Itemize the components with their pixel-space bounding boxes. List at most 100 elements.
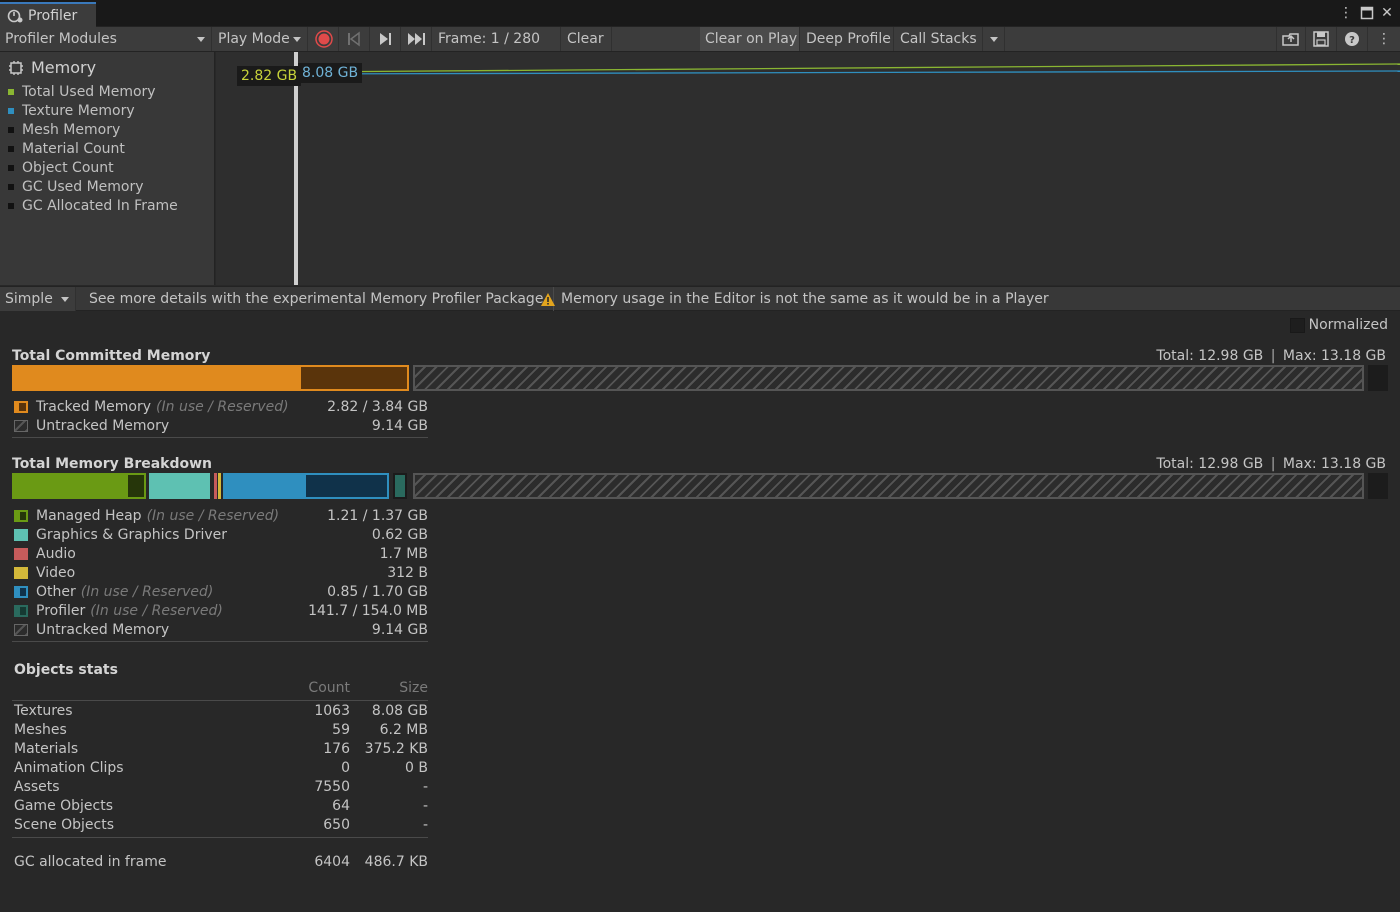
view-mode-dropdown[interactable]: Simple [0,287,76,311]
load-button[interactable] [1276,27,1306,51]
tracked-memory-segment[interactable] [12,365,409,391]
separator: | [1270,348,1276,364]
more-icon[interactable]: ⋮ [1369,27,1399,51]
legend-other[interactable]: Other (In use / Reserved) 0.85 / 1.70 GB [14,582,428,601]
stat-size: 6.2 MB [379,722,428,738]
normalized-toggle[interactable]: Normalized [1289,317,1388,333]
module-item-gc-used-memory[interactable]: GC Used Memory [8,179,144,195]
profiler-segment[interactable] [393,473,407,499]
memory-module-title: Memory [31,58,97,77]
video-swatch [14,566,28,579]
next-frame-button[interactable] [371,27,401,51]
save-button[interactable] [1307,27,1337,51]
video-segment[interactable] [218,473,221,499]
module-item-total-used-memory[interactable]: Total Used Memory [8,84,156,100]
kebab-menu-icon[interactable]: ⋮ [1337,4,1355,22]
table-row: Materials 176 375.2 KB [14,741,428,760]
module-item-material-count[interactable]: Material Count [8,141,125,157]
memory-profiler-package-link[interactable]: See more details with the experimental M… [84,287,554,311]
normalized-label: Normalized [1308,317,1388,333]
legend-label: Tracked Memory [36,398,152,415]
divider [12,837,428,838]
call-stacks-toggle[interactable]: Call Stacks [895,27,983,51]
module-item-label: GC Used Memory [22,179,144,195]
legend-hint: (In use / Reserved) [146,507,280,524]
module-item-gc-allocated-in-frame[interactable]: GC Allocated In Frame [8,198,178,214]
legend-untracked-memory[interactable]: Untracked Memory 9.14 GB [14,416,428,435]
module-item-object-count[interactable]: Object Count [8,160,114,176]
module-item-label: Object Count [22,160,114,176]
memory-detail-pane: Normalized Total Committed Memory Total:… [0,311,1400,912]
divider [12,641,428,642]
legend-video[interactable]: Video 312 B [14,563,428,582]
managed-heap-segment[interactable] [12,473,146,499]
untracked-memory-swatch [14,623,28,636]
module-item-texture-memory[interactable]: Texture Memory [8,103,135,119]
legend-value: 9.14 GB [371,621,428,638]
stat-name: Materials [14,741,79,757]
series-color-swatch [8,184,14,190]
profiler-modules-dropdown[interactable]: Profiler Modules [0,27,212,51]
record-button[interactable] [309,27,339,51]
legend-untracked-memory-2[interactable]: Untracked Memory 9.14 GB [14,620,428,639]
profiler-modules-panel: Memory Total Used Memory Texture Memory … [0,52,215,285]
legend-audio[interactable]: Audio 1.7 MB [14,544,428,563]
help-button[interactable]: ? [1338,27,1368,51]
warning-icon [541,292,555,306]
save-icon [1313,31,1329,47]
memory-module-header[interactable]: Memory [8,58,96,77]
table-row: Animation Clips 0 0 B [14,760,428,779]
separator: | [1270,456,1276,472]
details-message: See more details with the experimental M… [89,291,548,307]
legend-tracked-memory[interactable]: Tracked Memory (In use / Reserved) 2.82 … [14,397,428,416]
legend-value: 1.21 / 1.37 GB [327,507,428,524]
legend-value: 9.14 GB [371,417,428,434]
untracked-memory-segment[interactable] [413,365,1364,391]
legend-label: Other [36,583,76,600]
legend-label: Untracked Memory [36,417,170,434]
next-frame-icon [380,33,391,45]
stat-size: 486.7 KB [364,854,428,870]
graphics-driver-segment[interactable] [149,473,210,499]
legend-graphics-driver[interactable]: Graphics & Graphics Driver 0.62 GB [14,525,428,544]
maximize-icon[interactable] [1358,4,1376,22]
committed-max: Max: 13.18 GB [1282,348,1386,364]
last-frame-button[interactable] [402,27,432,51]
stat-size: 8.08 GB [371,703,428,719]
module-item-mesh-memory[interactable]: Mesh Memory [8,122,120,138]
deep-profile-toggle[interactable]: Deep Profile [801,27,894,51]
objects-stats-header: Count Size [14,680,428,699]
clear-button[interactable]: Clear [562,27,612,51]
stat-size: - [422,798,428,814]
first-frame-button[interactable] [340,27,370,51]
legend-profiler[interactable]: Profiler (In use / Reserved) 141.7 / 154… [14,601,428,620]
close-icon[interactable]: ✕ [1378,4,1396,22]
last-frame-icon [408,33,425,45]
warning-message: Memory usage in the Editor is not the sa… [561,291,1049,307]
audio-swatch [14,547,28,560]
legend-managed-heap[interactable]: Managed Heap (In use / Reserved) 1.21 / … [14,506,428,525]
untracked-memory-segment[interactable] [413,473,1364,499]
series-color-swatch [8,89,14,95]
normalized-checkbox[interactable] [1289,317,1305,333]
divider [12,700,428,701]
play-mode-dropdown[interactable]: Play Mode [213,27,308,51]
stat-name: Textures [14,703,73,719]
stat-size: - [422,817,428,833]
tab-profiler[interactable]: Profiler [0,2,96,27]
memory-timeline-chart[interactable]: 2.82 GB 8.08 GB [216,52,1400,285]
clear-on-play-toggle[interactable]: Clear on Play [700,27,800,51]
other-segment[interactable] [223,473,389,499]
audio-segment[interactable] [214,473,217,499]
module-item-label: Mesh Memory [22,122,121,138]
stat-size: - [422,779,428,795]
call-stacks-dropdown[interactable] [983,27,1005,51]
deep-profile-label: Deep Profile [806,31,891,47]
frame-cursor[interactable] [294,52,298,285]
legend-value: 0.62 GB [371,526,428,543]
breakdown-memory-bar [12,473,1388,499]
editor-warning: Memory usage in the Editor is not the sa… [540,287,1049,311]
managed-heap-in-use-fill [14,475,129,497]
stat-size: 0 B [405,760,428,776]
texture-memory-value: 8.08 GB [302,65,359,81]
